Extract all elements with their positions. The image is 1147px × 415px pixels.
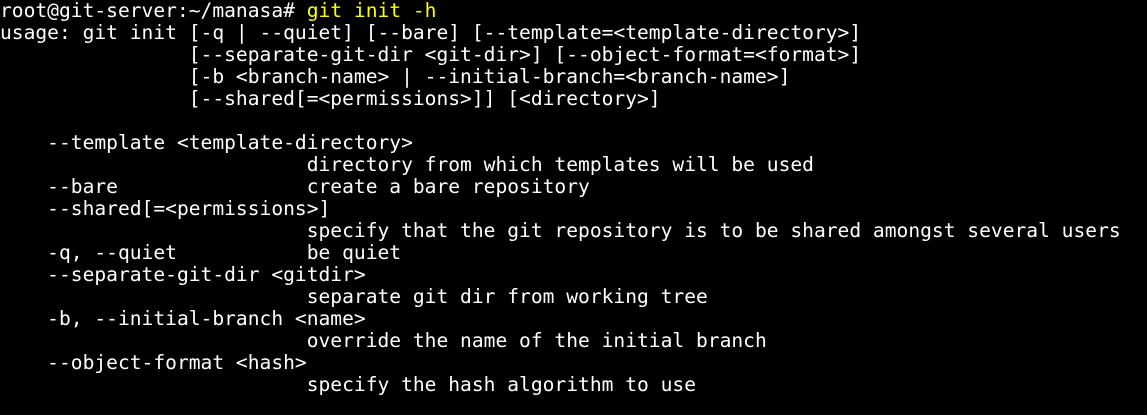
output-line: directory from which templates will be u… [0, 153, 814, 176]
output-line: [--separate-git-dir <git-dir>] [--object… [0, 43, 862, 66]
output-line: --object-format <hash> [0, 351, 307, 374]
output-line: usage: git init [-q | --quiet] [--bare] … [0, 21, 862, 44]
output-line: -q, --quiet be quiet [0, 241, 402, 264]
output-line: --bare create a bare repository [0, 175, 590, 198]
prompt-line: root@git-server:~/manasa# git init -h [0, 0, 1147, 22]
output-line: [--shared[=<permissions>]] [<directory>] [0, 87, 661, 110]
output-line: --template <template-directory> [0, 131, 413, 154]
output-line: specify the hash algorithm to use [0, 373, 696, 396]
output-line: separate git dir from working tree [0, 285, 708, 308]
shell-prompt: root@git-server:~/manasa# [0, 0, 295, 22]
typed-command: git init -h [306, 0, 437, 22]
output-line: override the name of the initial branch [0, 329, 767, 352]
output-line: --separate-git-dir <gitdir> [0, 263, 366, 286]
output-line: -b, --initial-branch <name> [0, 307, 366, 330]
terminal-window[interactable]: root@git-server:~/manasa# git init -h us… [0, 0, 1147, 415]
output-line: [-b <branch-name> | --initial-branch=<br… [0, 65, 791, 88]
output-line: --shared[=<permissions>] [0, 197, 331, 220]
output-line: specify that the git repository is to be… [0, 219, 1121, 242]
